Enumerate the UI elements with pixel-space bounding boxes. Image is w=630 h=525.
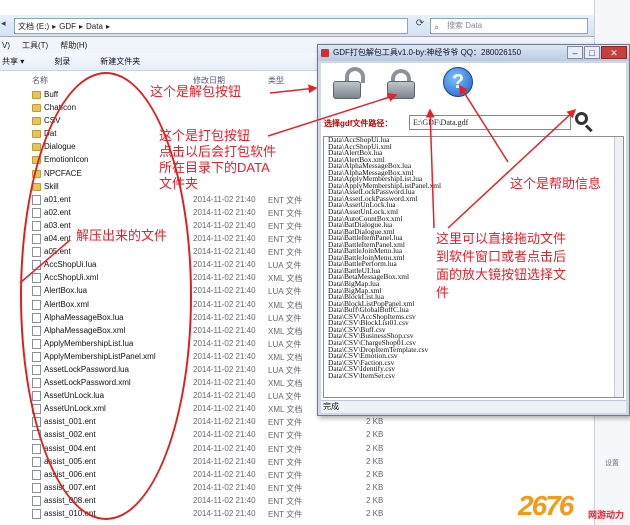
path-arrow [425,108,435,229]
magnifier-arrow [447,108,577,229]
pack-arrow [267,93,398,137]
extracted-arrow [19,239,71,284]
annotation-help: 这个是帮助信息 [510,176,602,191]
annotation-extracted: 解压出来的文件 [76,228,168,243]
annotation-pack: 这个是打包按钮 点击以后会打包软件 所在目录下的DATA 文件夹 [159,128,277,191]
annotation-unpack: 这个是解包按钮 [150,84,242,99]
annotation-drag: 这里可以直接拖动文件 到软件窗口或者点击后 面的放大镜按钮选择文 件 [436,231,567,300]
help-arrow [459,84,509,163]
site-logo: 2676 网游动力 [518,490,625,521]
unpack-arrow [269,84,318,94]
